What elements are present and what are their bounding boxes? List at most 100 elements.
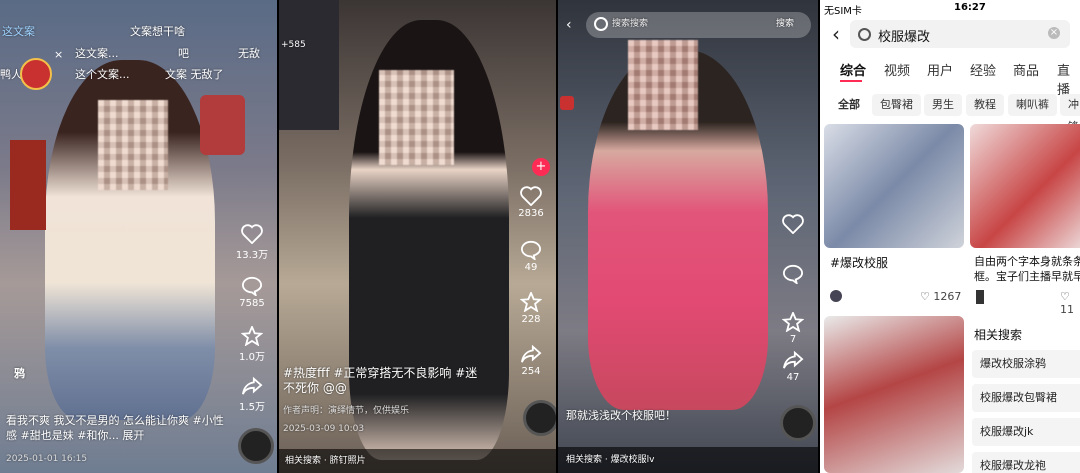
star-icon <box>241 326 263 346</box>
author-notice: 作者声明：演绎情节，仅供娱乐 <box>283 406 410 416</box>
video-caption[interactable]: 看我不爽 我又不是男的 怎么能让你爽 #小性感 #甜也是妹 #和你... 展开 <box>6 413 226 443</box>
author-tag: 鸦 <box>14 367 25 380</box>
chip-flared-pants[interactable]: 喇叭裤 <box>1008 94 1057 116</box>
heart-icon <box>520 186 542 206</box>
search-query: 校服爆改 <box>878 30 931 45</box>
share-button[interactable]: 254 <box>514 344 548 377</box>
related-search-bar[interactable]: 相关搜索 · 爆改校服lv <box>558 447 818 473</box>
red-envelope-icon[interactable] <box>20 58 52 90</box>
chip-tutorial[interactable]: 教程 <box>966 94 1004 116</box>
comment-count: 49 <box>524 262 538 273</box>
share-count: 47 <box>786 372 800 383</box>
comment-button[interactable] <box>776 264 810 286</box>
clear-icon[interactable]: × <box>1048 27 1060 39</box>
chip-all[interactable]: 全部 <box>830 94 868 116</box>
comment-button[interactable]: 7585 <box>235 276 269 309</box>
live-label: 鸭人 <box>0 68 22 81</box>
search-input[interactable]: 校服爆改 × <box>850 20 1070 48</box>
overlay-text-4: 这个文案... <box>75 68 130 81</box>
tv-screen <box>279 0 339 130</box>
tab-comprehensive[interactable]: 综合 <box>840 60 866 79</box>
result-card-1-title[interactable]: #爆改校服 <box>830 254 888 271</box>
related-search-text: 相关搜索 · 爆改校服lv <box>566 455 655 465</box>
heart-icon: ♡ <box>1060 290 1070 303</box>
related-search-item[interactable]: 校服爆改jk <box>972 418 1080 446</box>
video-panel-3[interactable]: ‹ 搜索搜索 搜索 7 47 那就浅浅改个校服吧！ 相关搜索 · 爆改校服lv <box>558 0 818 473</box>
share-count: 1.5万 <box>239 402 265 413</box>
search-input[interactable]: 搜索搜索 搜索 <box>586 12 811 38</box>
video-date: 2025-01-01 16:15 <box>6 454 88 464</box>
related-search-item[interactable]: 爆改校服涂鸦 <box>972 350 1080 378</box>
result-card-1-image[interactable] <box>824 124 964 248</box>
share-button[interactable]: 47 <box>776 350 810 383</box>
heart-icon <box>782 214 804 234</box>
overlay-text-2: 文案想干啥 <box>130 25 185 38</box>
related-search-item[interactable]: 校服爆改包臀裙 <box>972 384 1080 412</box>
chip-bodycon-skirt[interactable]: 包臀裙 <box>872 94 921 116</box>
result-card-3-image[interactable] <box>824 316 964 473</box>
status-bar: 无SIM卡 16:27 <box>820 0 1080 17</box>
result-card-2-title[interactable]: 自由两个字本身就条条框。宝子们主播早就早 <box>974 254 1080 284</box>
share-icon <box>783 350 804 369</box>
red-couplet <box>10 140 46 230</box>
search-icon <box>858 28 871 41</box>
result-card-1-likes: ♡ 1267 <box>920 290 961 303</box>
result-card-2-image[interactable] <box>970 124 1080 248</box>
related-search-bar[interactable]: 相关搜索 · 脐钉照片 <box>279 449 556 473</box>
like-button[interactable]: 13.3万 <box>235 224 269 261</box>
close-icon[interactable]: × <box>54 48 63 61</box>
back-icon[interactable]: ‹ <box>832 22 840 46</box>
red-envelope-icon[interactable] <box>560 96 574 110</box>
like-count: 1267 <box>933 290 962 303</box>
video-caption[interactable]: #热度fff #正常穿搭无不良影响 #迷不死你 @@ <box>283 366 483 396</box>
tab-live[interactable]: 直播 <box>1057 60 1080 98</box>
overlay-text-6: 无敌 <box>238 47 260 60</box>
favorite-button[interactable]: 228 <box>514 292 548 325</box>
share-button[interactable]: 1.5万 <box>235 376 269 413</box>
overlay-text-3: 这文案... <box>75 47 119 60</box>
tab-goods[interactable]: 商品 <box>1013 60 1039 79</box>
overlay-text-7: 文案 无敌了 <box>165 68 224 81</box>
tab-video[interactable]: 视频 <box>884 60 910 79</box>
avatar[interactable] <box>976 290 984 304</box>
chip-jacket[interactable]: 冲锋 <box>1060 94 1080 133</box>
chip-boys[interactable]: 男生 <box>924 94 962 116</box>
favorite-button[interactable]: 1.0万 <box>235 326 269 363</box>
share-count: 254 <box>521 366 541 377</box>
favorite-button[interactable]: 7 <box>776 312 810 345</box>
related-search-title: 相关搜索 <box>974 328 1023 342</box>
like-count: 11 <box>1060 303 1074 316</box>
comment-button[interactable]: 49 <box>514 240 548 273</box>
comment-icon <box>782 264 804 284</box>
search-placeholder: 搜索搜索 <box>612 19 649 29</box>
overlay-text-1: 这文案 <box>2 25 35 38</box>
star-icon <box>782 312 804 332</box>
comment-count: 7585 <box>239 298 265 309</box>
tab-indicator <box>840 80 862 82</box>
video-caption[interactable]: 那就浅浅改个校服吧！ <box>566 408 676 423</box>
overlay-text-5: 吧 <box>178 47 189 60</box>
related-search-item[interactable]: 校服爆改龙袍 <box>972 452 1080 473</box>
music-disc-icon[interactable] <box>523 400 556 436</box>
result-card-2-likes: ♡ 11 <box>1060 290 1080 316</box>
music-disc-icon[interactable] <box>780 405 816 441</box>
follow-plus-icon[interactable]: + <box>532 158 550 176</box>
search-button[interactable]: 搜索 <box>776 17 794 32</box>
music-disc-icon[interactable] <box>238 428 274 464</box>
video-panel-2[interactable]: +585 + 2836 49 228 254 #热度fff #正常穿搭无不良影响… <box>279 0 556 473</box>
carrier-status: 无SIM卡 <box>824 6 862 17</box>
favorite-count: 1.0万 <box>239 352 265 363</box>
status-time: 16:27 <box>954 2 986 13</box>
red-lantern <box>200 95 245 155</box>
tab-user[interactable]: 用户 <box>927 60 953 79</box>
video-date: 2025-03-09 10:03 <box>283 424 365 434</box>
back-icon[interactable]: ‹ <box>566 17 572 33</box>
video-panel-1[interactable]: 这文案 文案想干啥 这文案... 这个文案... 吧 无敌 文案 无敌了 鸭人 … <box>0 0 277 473</box>
like-count: 13.3万 <box>235 250 269 261</box>
like-count: 2836 <box>518 208 544 219</box>
like-button[interactable] <box>776 214 810 236</box>
tab-experience[interactable]: 经验 <box>970 60 996 79</box>
share-icon <box>521 344 542 363</box>
like-button[interactable]: 2836 <box>514 186 548 219</box>
avatar[interactable] <box>830 290 842 302</box>
